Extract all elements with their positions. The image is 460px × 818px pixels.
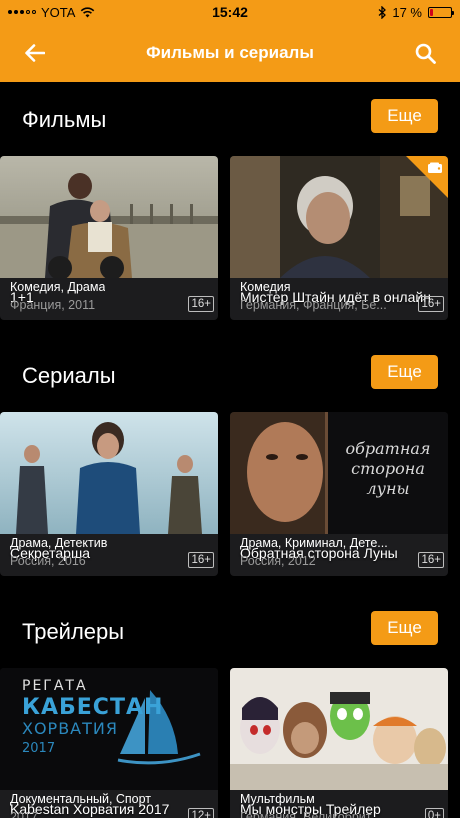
poster-image (0, 412, 218, 534)
age-rating-badge: 16+ (418, 296, 444, 312)
content-card[interactable]: обратная сторона луны Обратная сторона Л… (230, 412, 448, 576)
section-title: Трейлеры (22, 619, 125, 644)
poster-image (0, 156, 218, 278)
section-title: Сериалы (22, 363, 116, 388)
back-arrow-icon (25, 44, 45, 62)
card-country: Россия, 2012 (240, 554, 316, 568)
poster-text: луны (366, 479, 409, 498)
section-header-series: Сериалы Еще (0, 355, 460, 399)
status-bar: YOTA 15:42 17 % (0, 0, 460, 24)
age-rating-badge: 0+ (424, 808, 444, 818)
age-rating-badge: 16+ (188, 552, 214, 568)
card-country: Франция, 2011 (10, 298, 96, 312)
more-button-series[interactable]: Еще (371, 355, 438, 389)
search-button[interactable] (408, 36, 442, 70)
poster-text: 2017 (22, 741, 55, 756)
section-header-trailers: Трейлеры Еще (0, 611, 460, 655)
content-card[interactable]: Секретарша Драма, Детектив Россия, 2016 … (0, 412, 218, 576)
poster-text: ХОРВАТИЯ (22, 719, 118, 738)
nav-bar: Фильмы и сериалы (0, 24, 460, 82)
card-genre: Драма, Детектив (10, 536, 108, 550)
card-country: 2017 (10, 810, 38, 818)
content-card[interactable]: Мистер Штайн идёт в онлайн Комедия Герма… (230, 156, 448, 320)
poster-image (230, 156, 448, 278)
bluetooth-icon (378, 5, 387, 19)
poster-text: обратная (345, 439, 430, 458)
page-title: Фильмы и сериалы (146, 43, 314, 62)
battery-percent: 17 % (392, 4, 422, 20)
card-country: Германия, Великобрит... (240, 810, 381, 818)
poster-image: обратная сторона луны (230, 412, 448, 534)
signal-strength-icon (8, 10, 36, 14)
age-rating-badge: 16+ (418, 552, 444, 568)
age-rating-badge: 16+ (188, 296, 214, 312)
wifi-icon (81, 6, 95, 17)
content-card[interactable]: Мы монстры Трейлер Мультфильм Германия, … (230, 668, 448, 818)
card-genre: Драма, Криминал, Дете... (240, 536, 388, 550)
more-button-trailers[interactable]: Еще (371, 611, 438, 645)
content-list[interactable]: Фильмы Еще 1+1 Комедия, Драма Франция, 2… (0, 82, 460, 818)
card-genre: Мультфильм (240, 792, 315, 806)
card-genre: Комедия, Драма (10, 280, 106, 294)
content-card[interactable]: 1+1 Комедия, Драма Франция, 2011 16+ (0, 156, 218, 320)
wallet-icon (428, 162, 442, 173)
poster-image: РЕГАТА КАБЕСТАН ХОРВАТИЯ 2017 (0, 668, 218, 790)
battery-icon (428, 6, 454, 18)
card-genre: Комедия (240, 280, 291, 294)
content-card[interactable]: РЕГАТА КАБЕСТАН ХОРВАТИЯ 2017 Kabestan Х… (0, 668, 218, 818)
poster-text: сторона (351, 459, 425, 478)
section-header-films: Фильмы Еще (0, 99, 460, 143)
more-button-films[interactable]: Еще (371, 99, 438, 133)
card-country: Германия, Франция, Бе... (240, 298, 387, 312)
back-button[interactable] (18, 36, 52, 70)
age-rating-badge: 12+ (188, 808, 214, 818)
poster-image (230, 668, 448, 790)
poster-text: РЕГАТА (22, 678, 88, 694)
search-icon (415, 43, 436, 64)
card-genre: Документальный, Спорт (10, 792, 152, 806)
poster-text: КАБЕСТАН (22, 695, 163, 720)
section-title: Фильмы (22, 107, 107, 132)
card-country: Россия, 2016 (10, 554, 86, 568)
carrier-name: YOTA (41, 4, 76, 20)
